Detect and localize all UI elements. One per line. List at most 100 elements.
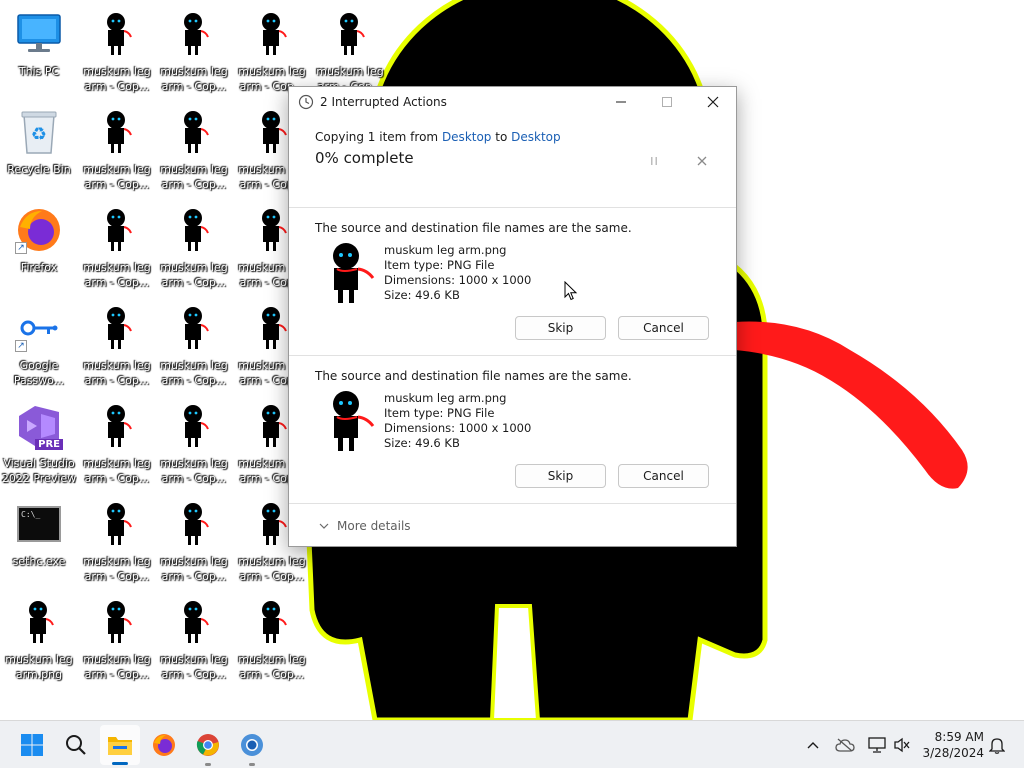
section-divider <box>289 503 736 504</box>
recycle-bin-icon: ♻ <box>15 108 63 156</box>
stick-figure-icon <box>248 598 296 646</box>
close-icon <box>707 96 719 108</box>
chevron-up-icon <box>807 742 819 749</box>
bell-icon <box>989 738 1005 754</box>
desktop-icon-sethc[interactable]: C:\_ sethc.exe <box>1 494 77 590</box>
network-tray-button[interactable] <box>864 721 890 768</box>
taskbar-chrome[interactable] <box>188 721 228 768</box>
more-details-toggle[interactable]: More details <box>319 519 411 533</box>
show-hidden-icons-button[interactable] <box>800 721 826 768</box>
desktop-icon-muskum-copy[interactable]: muskum leg arm - Cop... <box>156 396 232 492</box>
stick-figure-icon <box>248 10 296 58</box>
destination-link[interactable]: Desktop <box>511 130 561 144</box>
visual-studio-icon: PRE <box>15 402 63 450</box>
stick-figure-icon <box>93 598 141 646</box>
progress-bar <box>315 197 711 201</box>
desktop-icon-muskum-copy[interactable]: muskum leg arm - Cop... <box>79 592 155 688</box>
stick-figure-icon <box>93 500 141 548</box>
file-dimensions: Dimensions: 1000 x 1000 <box>384 273 532 287</box>
desktop-icon-recycle-bin[interactable]: ♻ Recycle Bin <box>1 102 77 198</box>
desktop-icon-muskum-copy[interactable]: muskum leg arm - Cop... <box>156 102 232 198</box>
skip-button[interactable]: Skip <box>515 316 606 340</box>
cancel-copy-button[interactable] <box>693 153 711 169</box>
stick-figure-icon <box>170 598 218 646</box>
desktop-icon-muskum-copy[interactable]: muskum leg arm - Cop... <box>79 102 155 198</box>
desktop-icon-muskum-copy[interactable]: muskum leg arm - Cop... <box>79 200 155 296</box>
stick-figure-icon <box>170 10 218 58</box>
clock-time: 8:59 AM <box>934 730 984 744</box>
minimize-button[interactable] <box>598 87 644 117</box>
file-type: Item type: PNG File <box>384 406 495 420</box>
network-icon <box>868 737 886 753</box>
file-type: Item type: PNG File <box>384 258 495 272</box>
file-info: muskum leg arm.png Item type: PNG File D… <box>384 391 531 451</box>
taskbar-firefox[interactable] <box>144 721 184 768</box>
conflict-message: The source and destination file names ar… <box>315 369 632 383</box>
volume-muted-icon <box>894 737 910 753</box>
desktop-icon-muskum-copy[interactable]: muskum leg arm - Cop... <box>79 298 155 394</box>
stick-figure-icon <box>93 402 141 450</box>
cloud-offline-icon <box>835 738 855 752</box>
desktop-icon-visual-studio[interactable]: PRE Visual Studio 2022 Preview <box>1 396 77 492</box>
title-bar[interactable]: 2 Interrupted Actions <box>289 87 736 117</box>
desktop-icon-muskum-copy[interactable]: muskum leg arm - Cop... <box>79 494 155 590</box>
stick-figure-icon <box>170 500 218 548</box>
desktop-icon-muskum-copy[interactable]: muskum leg arm - Cop... <box>156 298 232 394</box>
svg-text:♻: ♻ <box>31 124 47 145</box>
shortcut-arrow-icon: ↗ <box>15 340 27 352</box>
desktop-icon-google-passwords[interactable]: ↗ Google Passwo... <box>1 298 77 394</box>
notifications-button[interactable] <box>984 721 1010 768</box>
file-thumbnail-icon <box>327 242 375 304</box>
firefox-icon: ↗ <box>15 206 63 254</box>
volume-tray-button[interactable] <box>890 721 914 768</box>
file-info: muskum leg arm.png Item type: PNG File D… <box>384 243 531 303</box>
command-prompt-icon: C:\_ <box>15 500 63 548</box>
shortcut-arrow-icon: ↗ <box>15 242 27 254</box>
copy-progress-section: Copying 1 item from Desktop to Desktop 0… <box>289 117 736 207</box>
cancel-button[interactable]: Cancel <box>618 316 709 340</box>
cancel-button[interactable]: Cancel <box>618 464 709 488</box>
close-icon <box>697 156 707 166</box>
onedrive-tray-button[interactable] <box>832 721 858 768</box>
desktop-icon-muskum-copy[interactable]: muskum leg arm - Cop... <box>156 4 232 100</box>
desktop-icon-muskum-copy[interactable]: muskum leg arm - Cop... <box>156 494 232 590</box>
desktop-icon-firefox[interactable]: ↗ Firefox <box>1 200 77 296</box>
desktop-icon-muskum-copy[interactable]: muskum leg arm - Cop... <box>79 396 155 492</box>
stick-figure-icon <box>170 402 218 450</box>
taskbar-file-explorer[interactable] <box>100 725 140 765</box>
monitor-icon <box>15 10 63 58</box>
folder-icon <box>108 737 132 755</box>
firefox-icon <box>153 734 175 756</box>
close-button[interactable] <box>690 87 736 117</box>
chrome-icon <box>241 734 263 756</box>
interrupted-actions-dialog: 2 Interrupted Actions Copying 1 item fro… <box>288 86 737 547</box>
windows-logo-icon <box>21 734 43 756</box>
desktop-icon-muskum-copy[interactable]: muskum leg arm - Cop... <box>79 4 155 100</box>
running-indicator <box>112 762 128 765</box>
pause-icon <box>651 157 657 165</box>
skip-button[interactable]: Skip <box>515 464 606 488</box>
maximize-button[interactable] <box>644 87 690 117</box>
minimize-icon <box>616 101 626 103</box>
stick-figure-icon <box>170 304 218 352</box>
stick-figure-icon <box>93 108 141 156</box>
desktop-icon-muskum-png[interactable]: muskum leg arm.png <box>1 592 77 688</box>
stick-figure-icon <box>93 206 141 254</box>
desktop-icon-this-pc[interactable]: This PC <box>1 4 77 100</box>
taskbar-chrome-profile[interactable] <box>232 721 272 768</box>
pause-button[interactable] <box>645 153 663 169</box>
running-indicator <box>205 763 211 766</box>
chevron-down-icon <box>319 523 329 529</box>
search-button[interactable] <box>56 721 96 768</box>
file-name: muskum leg arm.png <box>384 391 507 405</box>
conflict-item: The source and destination file names ar… <box>289 356 736 504</box>
source-link[interactable]: Desktop <box>442 130 492 144</box>
file-name: muskum leg arm.png <box>384 243 507 257</box>
system-clock[interactable]: 8:59 AM 3/28/2024 <box>922 729 984 761</box>
desktop-icon-muskum-copy[interactable]: muskum leg arm - Cop... <box>156 200 232 296</box>
start-button[interactable] <box>12 721 52 768</box>
running-indicator <box>249 763 255 766</box>
desktop-icon-muskum-copy[interactable]: muskum leg arm - Cop... <box>156 592 232 688</box>
percent-complete: 0% complete <box>315 149 414 167</box>
desktop-icon-muskum-copy[interactable]: muskum leg arm - Cop... <box>234 592 310 688</box>
